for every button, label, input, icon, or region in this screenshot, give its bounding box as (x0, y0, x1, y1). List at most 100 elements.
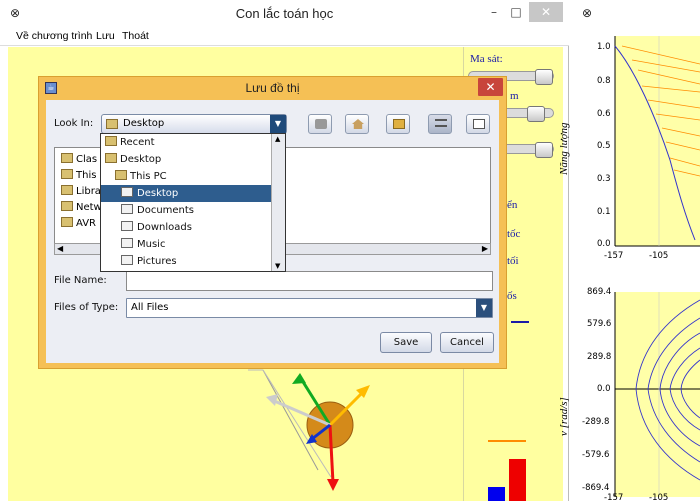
up-folder-icon (315, 119, 327, 129)
energy-line-marker (488, 440, 526, 442)
dropdown-item-documents[interactable]: Documents (101, 202, 271, 219)
list-item[interactable]: Netw (61, 201, 102, 215)
files-of-type-value: All Files (131, 302, 169, 313)
save-button[interactable]: Save (380, 332, 432, 353)
cancel-button[interactable]: Cancel (440, 332, 494, 353)
folder-icon (106, 119, 118, 129)
slider-knob[interactable] (535, 69, 553, 85)
plot-window: ⊗ Năng lượng 1.0 0.8 0.6 0.5 0.3 0.1 0.0… (558, 0, 700, 501)
bar-red (509, 459, 526, 501)
control-label-6: ốs (507, 290, 517, 302)
list-view-icon (435, 119, 447, 127)
dropdown-item-recent[interactable]: Recent (101, 134, 271, 151)
scroll-left-icon[interactable]: ◀ (57, 244, 63, 253)
drive-icon (121, 204, 133, 214)
scroll-up-icon[interactable]: ▲ (275, 135, 280, 143)
menu-bar: Về chương trình Lưu Thoát (0, 27, 569, 46)
phase-ytick: 0.0 (597, 384, 611, 394)
look-in-label: Look In: (54, 118, 94, 129)
look-in-combo[interactable]: Desktop ▼ (101, 114, 287, 134)
menu-item-about[interactable]: Về chương trình (16, 30, 92, 42)
maximize-icon[interactable]: □ (509, 2, 523, 22)
folder-icon (61, 201, 73, 211)
folder-icon (61, 169, 73, 179)
dialog-title: Lưu đồ thị (245, 81, 300, 95)
home-icon (352, 119, 364, 129)
control-label-2: m (510, 90, 519, 102)
energy-axis-label: Năng lượng (558, 122, 570, 175)
folder-icon (105, 153, 117, 163)
folder-icon (61, 217, 73, 227)
drive-icon (121, 187, 133, 197)
file-name-label: File Name: (54, 275, 107, 286)
menu-item-save[interactable]: Lưu (96, 30, 115, 42)
phase-ytick: -289.8 (582, 417, 610, 427)
drive-icon (121, 255, 133, 265)
look-in-dropdown: Recent Desktop This PC Desktop Documents… (100, 133, 286, 272)
energy-ytick: 0.1 (597, 207, 611, 217)
dropdown-item-pictures[interactable]: Pictures (101, 253, 271, 270)
energy-ytick: 0.3 (597, 174, 611, 184)
folder-icon (61, 153, 73, 163)
energy-lines (621, 45, 700, 177)
details-view-button[interactable] (466, 114, 490, 134)
chevron-down-icon[interactable]: ▼ (270, 115, 286, 133)
dropdown-item-desktop[interactable]: Desktop (101, 151, 271, 168)
slider-knob[interactable] (527, 106, 545, 122)
minimize-icon[interactable]: – (487, 2, 501, 22)
velocity-axis-label: v [rad/s] (558, 397, 570, 436)
close-button[interactable]: ✕ (529, 2, 563, 22)
main-titlebar: ⊗ Con lắc toán học – □ ✕ (0, 0, 569, 27)
new-folder-icon (393, 119, 405, 129)
folder-icon (61, 185, 73, 195)
energy-xtick: -157 (604, 251, 624, 261)
files-of-type-label: Files of Type: (54, 302, 119, 313)
folder-icon (105, 136, 117, 146)
dropdown-scrollbar[interactable]: ▲ ▼ (271, 134, 285, 271)
energy-ytick: 0.6 (597, 109, 611, 119)
up-folder-button[interactable] (308, 114, 332, 134)
bar-blue (488, 487, 505, 501)
dialog-close-button[interactable]: ✕ (478, 78, 503, 96)
phase-xtick: -105 (649, 493, 669, 501)
phase-ytick: 579.6 (587, 319, 612, 329)
energy-ytick: 0.8 (597, 76, 611, 86)
dropdown-item-downloads[interactable]: Downloads (101, 219, 271, 236)
divider-line (511, 321, 529, 323)
list-item[interactable]: This (61, 169, 96, 183)
dialog-titlebar[interactable]: ☕ Lưu đồ thị ✕ (39, 77, 506, 99)
main-window-title: Con lắc toán học (235, 6, 334, 21)
scroll-right-icon[interactable]: ▶ (482, 244, 488, 253)
phase-ytick: -869.4 (582, 483, 610, 493)
phase-plot-area (615, 292, 700, 497)
look-in-value: Desktop (123, 118, 165, 129)
new-folder-button[interactable] (386, 114, 410, 134)
phase-ytick: 869.4 (587, 287, 612, 297)
list-view-button[interactable] (428, 114, 452, 134)
files-of-type-combo[interactable]: All Files ▼ (126, 298, 493, 318)
phase-ytick: 289.8 (587, 352, 612, 362)
friction-label: Ma sát: (470, 53, 503, 65)
menu-item-exit[interactable]: Thoát (122, 30, 149, 42)
home-button[interactable] (345, 114, 369, 134)
slider-knob[interactable] (535, 142, 553, 158)
chevron-down-icon[interactable]: ▼ (476, 299, 492, 317)
drive-icon (121, 221, 133, 231)
folder-icon (115, 170, 127, 180)
energy-ytick: 0.5 (597, 141, 611, 151)
dropdown-item-this-pc[interactable]: This PC (101, 168, 271, 185)
dropdown-item-music[interactable]: Music (101, 236, 271, 253)
dropdown-item-desktop-selected[interactable]: Desktop (101, 185, 271, 202)
phase-ytick: -579.6 (582, 450, 610, 460)
energy-xtick: -105 (649, 251, 669, 261)
list-item[interactable]: Libra (61, 185, 101, 199)
details-view-icon (473, 119, 485, 129)
scroll-down-icon[interactable]: ▼ (275, 262, 280, 270)
list-item[interactable]: AVR (61, 217, 96, 231)
energy-ytick: 0.0 (597, 239, 611, 249)
control-label-5: tối (507, 255, 519, 267)
energy-curve (614, 45, 696, 241)
control-label-4: tốc (507, 228, 521, 240)
file-name-input[interactable] (126, 271, 493, 291)
list-item[interactable]: Clas (61, 153, 97, 167)
